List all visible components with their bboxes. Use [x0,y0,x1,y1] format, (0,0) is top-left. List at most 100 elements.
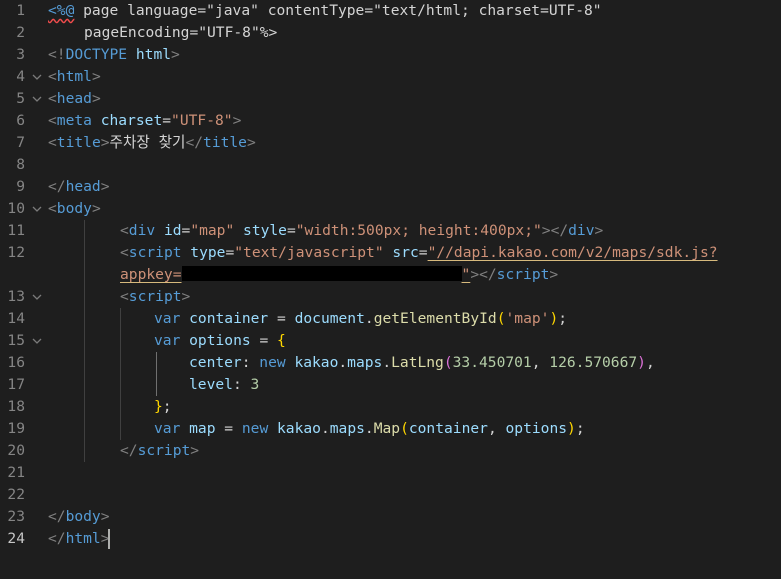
line-content[interactable]: level: 3 [189,374,259,396]
code-line-15[interactable]: 15 var options = { [0,330,781,352]
token-bracket: < [48,90,57,107]
token-keyword: new [259,354,286,371]
line-content[interactable]: <script> [120,286,190,308]
token-string: " [461,266,471,283]
token-op: ; [162,398,172,415]
chevron-down-icon[interactable] [31,330,43,352]
token-op: . [364,420,374,437]
line-content[interactable]: pageEncoding="UTF-8"%> [84,22,277,44]
line-content[interactable]: appkey= "></script> [120,264,558,286]
code-editor[interactable]: 1 <%@ page language="java" contentType="… [0,0,781,579]
token-number: 126.570667 [549,354,638,371]
token-attr: pageEncoding [84,24,190,41]
code-line-12-wrap[interactable]: appkey= "></script> [0,264,781,286]
chevron-down-icon[interactable] [31,198,43,220]
token-bracket: < [48,112,57,129]
token-keyword: DOCTYPE [65,46,128,63]
token-op: = [250,332,278,349]
line-number: 1 [16,2,25,19]
line-number: 8 [16,156,25,173]
line-content[interactable]: </html> [48,528,110,550]
line-content[interactable]: var container = document.getElementById(… [154,308,567,330]
token-op: : [232,376,251,393]
code-line-24[interactable]: 24 </html> [0,528,781,550]
token-bracket: < [48,200,57,217]
line-content[interactable]: <!DOCTYPE html> [48,44,180,66]
line-number: 13 [7,288,25,305]
line-content[interactable]: var map = new kakao.maps.Map(container, … [154,418,585,440]
token-property: level [189,376,233,393]
code-line-16[interactable]: 16 center: new kakao.maps.LatLng(33.4507… [0,352,781,374]
code-line-21[interactable]: 21 [0,462,781,484]
code-line-17[interactable]: 17 level: 3 [0,374,781,396]
code-line-10[interactable]: 10 <body> [0,198,781,220]
token-bracket: ></ [541,222,569,239]
line-content[interactable]: <head> [48,88,101,110]
token-tag: div [128,222,156,239]
line-content[interactable]: </body> [48,506,110,528]
token-bracket: > [594,222,604,239]
code-line-2[interactable]: 2 pageEncoding="UTF-8"%> [0,22,781,44]
token-bracket: < [48,68,57,85]
line-content[interactable]: <title>주차장 찾기</title> [48,132,256,154]
token-tag: script [128,244,182,261]
code-line-7[interactable]: 7 <title>주차장 찾기</title> [0,132,781,154]
code-line-3[interactable]: 3 <!DOCTYPE html> [0,44,781,66]
line-content[interactable]: <body> [48,198,101,220]
chevron-down-icon[interactable] [31,286,43,308]
token-op: . [364,310,374,327]
code-line-12[interactable]: 12 <script type="text/javascript" src="/… [0,242,781,264]
code-line-20[interactable]: 20 </script> [0,440,781,462]
code-line-18[interactable]: 18 }; [0,396,781,418]
line-number: 22 [7,486,25,503]
code-line-13[interactable]: 13 <script> [0,286,781,308]
chevron-down-icon[interactable] [31,66,43,88]
token-variable: container [180,310,269,327]
code-line-8[interactable]: 8 [0,154,781,176]
token-bracket: < [48,134,57,151]
line-content[interactable]: center: new kakao.maps.LatLng(33.450701,… [189,352,655,374]
line-content[interactable]: <meta charset="UTF-8"> [48,110,241,132]
token-bracket: > [100,508,110,525]
token-tag: body [65,508,101,525]
token-attr: contentType [267,2,365,19]
token-tag: html [56,68,92,85]
code-line-19[interactable]: 19 var map = new kakao.maps.Map(containe… [0,418,781,440]
token-bracket: </ [48,508,66,525]
token-variable: maps [347,354,383,371]
line-content[interactable]: <script type="text/javascript" src="//da… [120,242,718,264]
code-line-14[interactable]: 14 var container = document.getElementBy… [0,308,781,330]
token-op: = [225,244,235,261]
token-variable: kakao [285,354,339,371]
code-line-22[interactable]: 22 [0,484,781,506]
token-directive: <%@ [48,2,75,19]
code-line-23[interactable]: 23 </body> [0,506,781,528]
token-tag: head [56,90,92,107]
line-content[interactable]: </script> [120,440,199,462]
line-content[interactable]: </head> [48,176,110,198]
line-number: 19 [7,420,25,437]
token-bracket: > [232,112,242,129]
code-line-5[interactable]: 5 <head> [0,88,781,110]
line-content[interactable]: }; [154,396,172,418]
token-function: Map [373,420,401,437]
line-number: 21 [7,464,25,481]
line-content[interactable]: var options = { [154,330,286,352]
code-line-11[interactable]: 11 <div id="map" style="width:500px; hei… [0,220,781,242]
line-number: 17 [7,376,25,393]
line-content[interactable]: <%@ page language="java" contentType="te… [48,0,602,22]
token-bracket: </ [120,442,138,459]
redacted-block [181,266,462,281]
text-cursor [108,529,110,549]
code-line-1[interactable]: 1 <%@ page language="java" contentType="… [0,0,781,22]
chevron-down-icon[interactable] [31,88,43,110]
token-directive: %> [259,24,278,41]
token-op: , [645,354,655,371]
code-line-9[interactable]: 9 </head> [0,176,781,198]
line-content[interactable]: <html> [48,66,101,88]
token-string: "UTF-8" [171,112,233,129]
code-line-4[interactable]: 4 <html> [0,66,781,88]
line-content[interactable]: <div id="map" style="width:500px; height… [120,220,603,242]
code-line-6[interactable]: 6 <meta charset="UTF-8"> [0,110,781,132]
